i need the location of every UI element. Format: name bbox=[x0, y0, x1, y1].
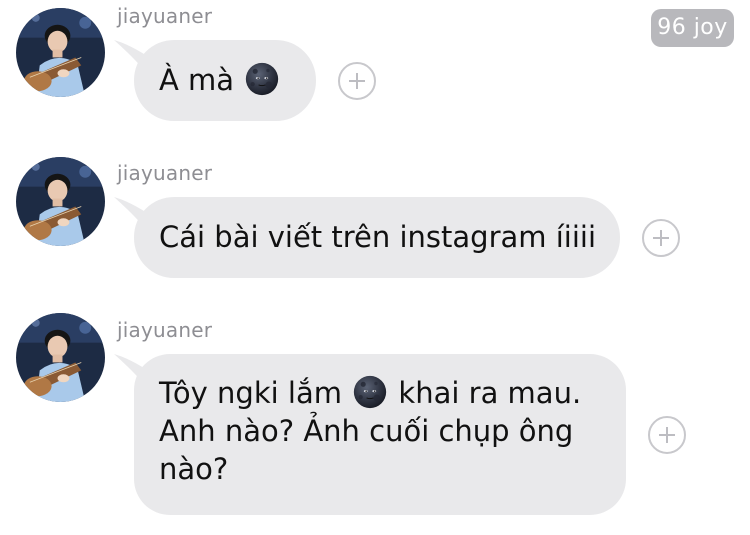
plus-icon bbox=[349, 73, 365, 89]
message-text: Cái bài viết trên instagram íiiii bbox=[159, 220, 597, 254]
message-text: À mà bbox=[159, 63, 235, 97]
sender-name: jiayuaner bbox=[117, 161, 213, 185]
add-reaction-button[interactable] bbox=[648, 416, 686, 454]
new-moon-face-icon bbox=[353, 375, 387, 409]
reaction-count-badge: 96 joy bbox=[651, 9, 734, 47]
message-bubble[interactable]: Cái bài viết trên instagram íiiii bbox=[134, 197, 620, 278]
new-moon-face-icon bbox=[245, 62, 279, 96]
message-line-1: Tôy ngki lắm khai ra mau. bbox=[159, 374, 626, 412]
message-line-3: nào? bbox=[159, 452, 229, 486]
message-bubble[interactable]: À mà bbox=[134, 40, 316, 121]
add-reaction-button[interactable] bbox=[642, 219, 680, 257]
avatar[interactable] bbox=[16, 8, 105, 97]
plus-icon bbox=[653, 230, 669, 246]
message-bubble[interactable]: Tôy ngki lắm khai ra mau. Anh nào? Ảnh c… bbox=[134, 354, 626, 515]
message-line-2: Anh nào? Ảnh cuối chụp ông bbox=[159, 414, 574, 448]
message-text: khai ra mau. bbox=[398, 376, 582, 410]
avatar[interactable] bbox=[16, 157, 105, 246]
avatar[interactable] bbox=[16, 313, 105, 402]
sender-name: jiayuaner bbox=[117, 318, 213, 342]
message-text: Tôy ngki lắm bbox=[159, 376, 342, 410]
sender-name: jiayuaner bbox=[117, 4, 213, 28]
add-reaction-button[interactable] bbox=[338, 62, 376, 100]
plus-icon bbox=[659, 427, 675, 443]
